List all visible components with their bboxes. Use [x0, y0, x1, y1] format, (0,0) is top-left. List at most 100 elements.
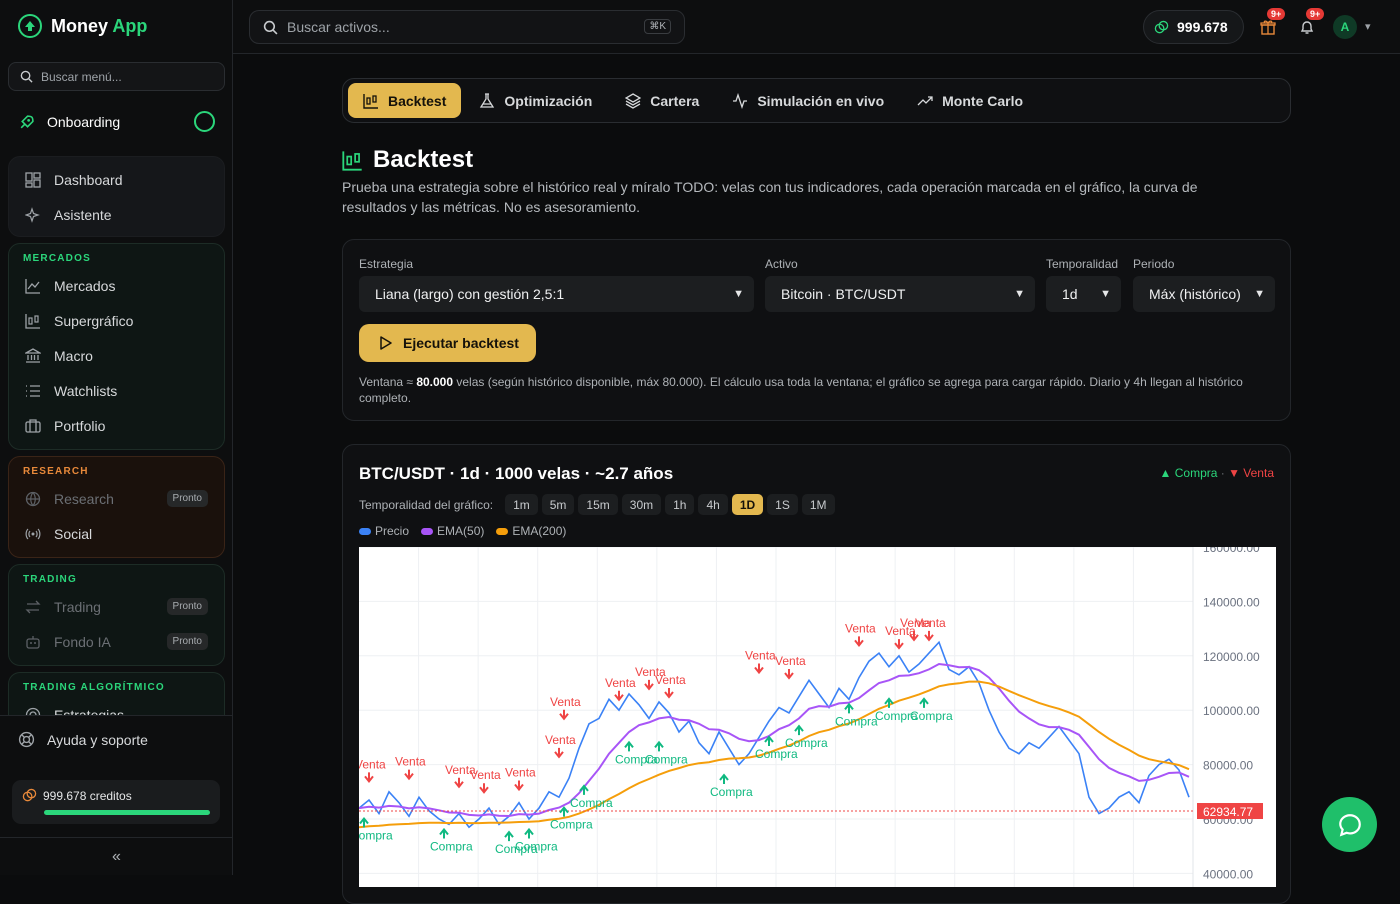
tf-option[interactable]: 15m [578, 494, 618, 515]
sidebar-item-supergrafico[interactable]: Supergráfico [9, 303, 224, 338]
page-title: Backtest [342, 146, 473, 174]
sidebar-item-label: Portfolio [54, 417, 106, 434]
period-label: Periodo [1133, 257, 1175, 271]
sell-marker [754, 663, 764, 675]
sell-marker [559, 709, 569, 721]
app-name: Money App [51, 15, 148, 36]
sidebar-item-onboarding[interactable]: Onboarding [18, 110, 218, 134]
run-backtest-button[interactable]: Ejecutar backtest [359, 324, 536, 362]
last-price-label: 62934.77 [1203, 805, 1253, 819]
sidebar-item-dashboard[interactable]: Dashboard [9, 162, 224, 197]
sidebar-item-mercados[interactable]: Mercados [9, 268, 224, 303]
tf-option[interactable]: 4h [698, 494, 728, 515]
sidebar-item-fondo-ia[interactable]: Fondo IA Pronto [9, 624, 224, 659]
group-trading: TRADING Trading Pronto Fondo IA Pronto [8, 564, 225, 666]
menu-search-placeholder: Buscar menú... [41, 69, 122, 84]
timeframe-select[interactable]: 1d ▼ [1046, 276, 1121, 312]
asset-search-placeholder: Buscar activos... [287, 19, 390, 35]
tab-simulacion-en-vivo[interactable]: Simulación en vivo [717, 83, 899, 118]
sidebar-item-label: Supergráfico [54, 312, 134, 329]
gift-button[interactable]: 9+ [1257, 8, 1286, 38]
sidebar-item-research[interactable]: Research Pronto [9, 481, 224, 516]
buy-marker [794, 724, 804, 736]
asset-select[interactable]: Bitcoin · BTC/USDT ▼ [765, 276, 1035, 312]
buy-marker [559, 806, 569, 817]
coming-soon-badge: Pronto [166, 598, 208, 615]
sell-label: Venta [845, 621, 876, 635]
tab-optimizacion[interactable]: Optimización [464, 83, 607, 118]
tab-label: Optimización [504, 92, 593, 109]
gift-icon [1260, 20, 1276, 35]
asset-search-input[interactable]: Buscar activos... ⌘K [249, 10, 685, 44]
tf-option[interactable]: 1m [505, 494, 538, 515]
legend-ema200[interactable]: EMA(200) [496, 524, 566, 538]
buy-label: Compra [910, 709, 953, 723]
robot-icon [26, 635, 40, 649]
tf-option-active[interactable]: 1D [731, 494, 764, 515]
sidebar-item-trading[interactable]: Trading Pronto [9, 589, 224, 624]
sell-marker [784, 669, 794, 680]
tf-option[interactable]: 1h [665, 494, 695, 515]
sparkles-icon [25, 206, 40, 223]
sell-label: Venta [655, 673, 686, 687]
candles-icon [342, 150, 362, 171]
sidebar-item-watchlists[interactable]: Watchlists [9, 373, 224, 408]
credits-progress-bar [44, 810, 210, 815]
buy-legend: ▲ Compra [1159, 466, 1218, 480]
sidebar-item-label: Social [54, 525, 93, 542]
chat-support-button[interactable] [1322, 797, 1377, 852]
pulse-icon [733, 92, 748, 109]
tf-option[interactable]: 1S [767, 494, 798, 515]
group-title: MERCADOS [23, 253, 91, 264]
legend-ema50[interactable]: EMA(50) [421, 524, 484, 538]
sell-marker [894, 639, 904, 650]
sidebar-item-label: Dashboard [54, 171, 123, 188]
chart-timeframe-selector: Temporalidad del gráfico: 1m 5m 15m 30m … [359, 494, 835, 515]
sidebar-item-estrategias[interactable]: Estrategias [9, 697, 224, 715]
sell-marker [664, 688, 674, 699]
candles-icon [363, 93, 378, 109]
search-icon [263, 20, 278, 34]
chevron-down-icon: ▼ [733, 288, 744, 300]
legend-swatch [496, 528, 509, 536]
tf-option[interactable]: 30m [621, 494, 662, 515]
period-value: Máx (histórico) [1149, 286, 1241, 302]
tab-monte-carlo[interactable]: Monte Carlo [902, 83, 1038, 118]
tf-option[interactable]: 5m [541, 494, 575, 515]
sell-label: Venta [470, 768, 501, 782]
tab-label: Monte Carlo [942, 92, 1024, 109]
group-trading-algoritmico: TRADING ALGORÍTMICO Estrategias [8, 672, 225, 715]
price-chart[interactable]: Compra Compra Compra Compra Compra Compra Comp… [359, 547, 1276, 887]
sell-label: Venta [395, 755, 426, 769]
period-select[interactable]: Máx (histórico) ▼ [1133, 276, 1275, 312]
legend-precio[interactable]: Precio [359, 524, 409, 538]
notifications-button[interactable]: 9+ [1296, 8, 1325, 38]
credits-widget[interactable]: 999.678 creditos [12, 780, 220, 824]
group-title: TRADING ALGORÍTMICO [23, 682, 165, 693]
help-support-link[interactable]: Ayuda y soporte [18, 731, 148, 748]
strategy-select[interactable]: Liana (largo) con gestión 2,5:1 ▼ [359, 276, 754, 312]
credits-label: 999.678 creditos [43, 788, 132, 803]
onboarding-progress-ring [194, 111, 215, 132]
tf-option[interactable]: 1M [801, 494, 835, 515]
credits-balance-pill[interactable]: 999.678 [1143, 10, 1244, 44]
sidebar-item-asistente[interactable]: Asistente [9, 197, 224, 232]
group-title: TRADING [23, 574, 77, 585]
sidebar-item-social[interactable]: Social [9, 516, 224, 551]
sidebar-item-label: Asistente [54, 206, 112, 223]
trend-icon [917, 95, 933, 105]
sidebar-item-macro[interactable]: Macro [9, 338, 224, 373]
list-icon [26, 384, 40, 397]
sell-label: Venta [915, 616, 946, 630]
collapse-sidebar-button[interactable]: « [0, 837, 233, 875]
coming-soon-badge: Pronto [166, 633, 208, 650]
chevron-down-icon[interactable]: ▾ [1365, 20, 1371, 33]
tab-cartera[interactable]: Cartera [610, 83, 714, 118]
tab-backtest[interactable]: Backtest [348, 83, 462, 118]
target-icon [25, 707, 41, 715]
menu-search-input[interactable]: Buscar menú... [8, 62, 225, 91]
app-logo[interactable]: Money App [18, 14, 147, 38]
sidebar-item-portfolio[interactable]: Portfolio [9, 408, 224, 443]
timeframe-value: 1d [1062, 286, 1078, 302]
user-avatar[interactable]: A [1333, 15, 1357, 39]
